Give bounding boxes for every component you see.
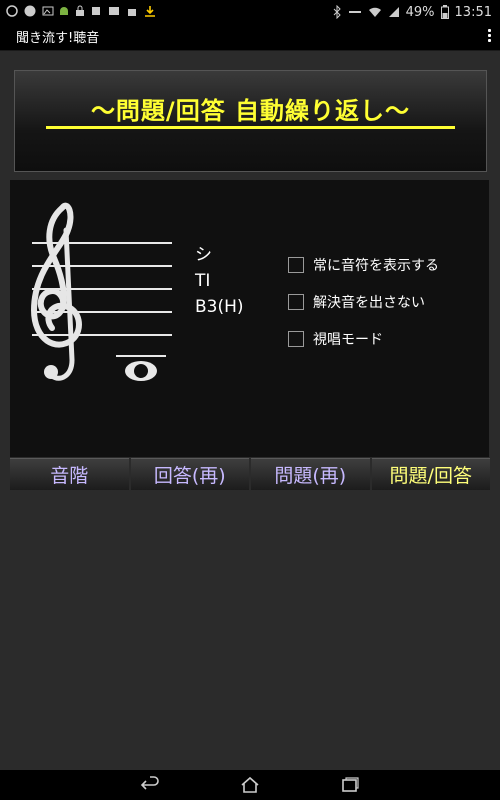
tab-question-replay[interactable]: 問題(再) <box>251 458 370 490</box>
android-icon <box>60 7 68 15</box>
note-name-solfege: TI <box>195 271 211 291</box>
checkbox[interactable] <box>288 330 304 347</box>
image-icon <box>42 6 54 16</box>
options-list: 常に音符を表示する 解決音を出さない 視唱モード <box>288 246 439 357</box>
mail-icon <box>109 7 119 15</box>
tab-answer-replay[interactable]: 回答(再) <box>130 458 249 490</box>
recents-icon[interactable] <box>338 775 362 795</box>
system-nav-bar <box>0 770 500 800</box>
bluetooth-icon <box>333 5 341 19</box>
option-sight-singing-mode[interactable]: 視唱モード <box>288 320 439 357</box>
option-label: 解決音を出さない <box>313 294 425 311</box>
option-always-show-note[interactable]: 常に音符を表示する <box>288 246 439 283</box>
treble-clef-icon <box>30 202 82 381</box>
whatsapp-icon <box>6 5 18 17</box>
store-icon <box>128 9 136 16</box>
battery-icon <box>440 5 449 19</box>
wifi-icon <box>368 7 381 17</box>
note-name-pitch: B3(H) <box>195 297 244 317</box>
option-label: 視唱モード <box>313 331 383 348</box>
auto-repeat-banner[interactable]: ～問題/回答 自動繰り返し～ <box>14 70 487 172</box>
badge-icon <box>24 5 36 17</box>
tab-question-answer[interactable]: 問題/回答 <box>371 458 490 490</box>
banner-underline <box>46 126 455 129</box>
signal-icon <box>388 7 399 17</box>
mode-tab-bar: 音階 回答(再) 問題(再) 問題/回答 <box>10 458 490 490</box>
checkbox[interactable] <box>288 256 304 273</box>
whole-note-icon <box>116 355 166 381</box>
clock: 13:51 <box>454 4 492 20</box>
home-icon[interactable] <box>238 775 262 795</box>
note-name-list: シ TI B3(H) <box>195 242 244 320</box>
nfc-icon <box>348 11 361 13</box>
note-name-solfege-jp: シ <box>195 245 212 265</box>
download-icon <box>145 6 155 17</box>
lock-icon <box>76 5 84 16</box>
action-bar: 聞き流す!聴音 <box>0 24 500 51</box>
option-label: 常に音符を表示する <box>313 257 439 274</box>
back-icon[interactable] <box>138 775 162 795</box>
tab-scale[interactable]: 音階 <box>10 458 129 490</box>
app-title: 聞き流す!聴音 <box>16 31 100 46</box>
app-icon <box>92 7 100 15</box>
note-panel: シ TI B3(H) 常に音符を表示する 解決音を出さない 視唱モード <box>10 180 489 457</box>
overflow-menu-icon[interactable] <box>486 28 492 46</box>
banner-title: ～問題/回答 自動繰り返し～ <box>90 97 411 125</box>
checkbox[interactable] <box>288 293 304 310</box>
option-no-resolution-tone[interactable]: 解決音を出さない <box>288 283 439 320</box>
battery-percent: 49% <box>405 4 435 20</box>
status-bar: 49% 13:51 <box>0 0 500 24</box>
